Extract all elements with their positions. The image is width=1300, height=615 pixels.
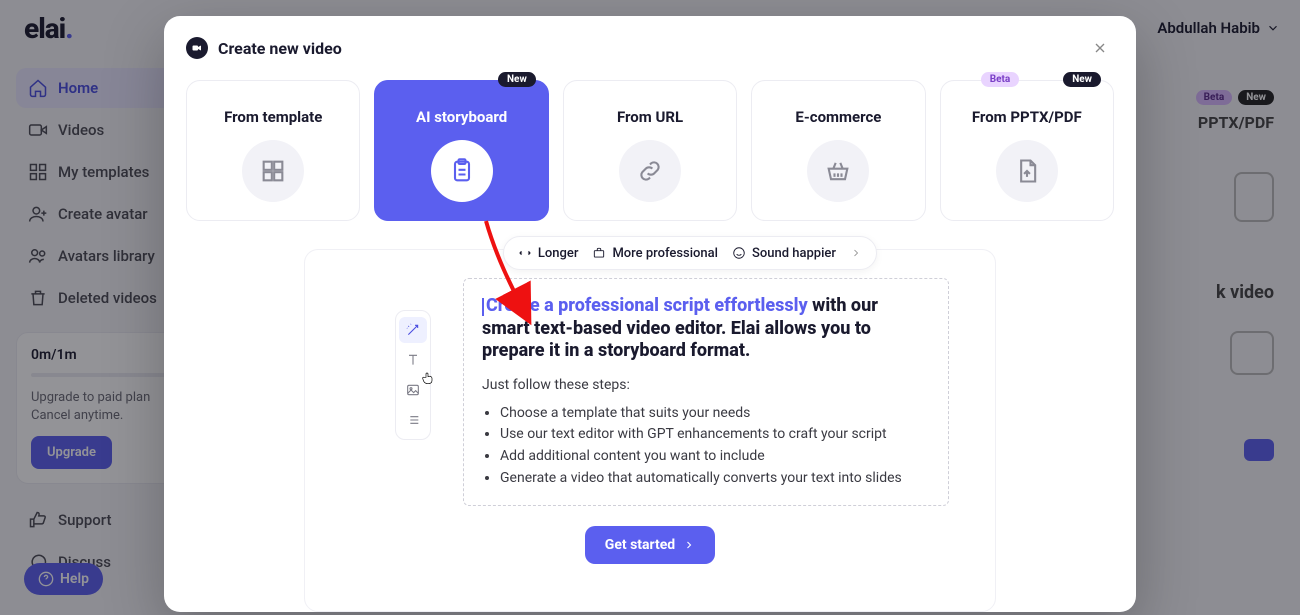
close-button[interactable] xyxy=(1086,34,1114,62)
script-input[interactable]: Create a professional script effortlessl… xyxy=(463,278,949,506)
file-icon xyxy=(1234,172,1274,222)
option-ecommerce[interactable]: E-commerce xyxy=(751,80,925,221)
sidebar-item-label: Deleted videos xyxy=(58,289,157,307)
link-icon xyxy=(619,140,681,202)
video-camera-icon xyxy=(186,37,208,59)
stub-button xyxy=(1244,439,1274,461)
magic-wand-icon xyxy=(405,322,421,338)
clipboard-icon xyxy=(431,140,493,202)
editor-panel: Longer More professional Sound happier xyxy=(304,249,996,612)
user-name: Abdullah Habib xyxy=(1157,19,1260,37)
sidebar-item-label: Avatars library xyxy=(58,247,155,265)
list-icon xyxy=(405,412,421,428)
sidebar-item-label: Videos xyxy=(58,121,104,139)
enhancement-toolbar: Longer More professional Sound happier xyxy=(503,236,877,270)
option-label: From URL xyxy=(617,108,683,126)
list-item: Use our text editor with GPT enhancement… xyxy=(500,424,930,446)
badge-beta: Beta xyxy=(1196,90,1233,105)
user-menu[interactable]: Abdullah Habib xyxy=(1157,19,1280,37)
smile-icon xyxy=(732,246,746,260)
trash-icon xyxy=(28,288,48,308)
quota-title: 0m/1m xyxy=(31,347,179,363)
chevron-right-icon xyxy=(683,539,695,551)
file-upload-icon xyxy=(996,140,1058,202)
list-item: Generate a video that automatically conv… xyxy=(500,468,930,490)
option-label: From template xyxy=(224,108,322,126)
side-tools xyxy=(395,310,431,440)
bg-title-blank: k video xyxy=(1114,282,1274,303)
pill-longer[interactable]: Longer xyxy=(518,246,579,261)
modal-title: Create new video xyxy=(218,39,1086,58)
help-label: Help xyxy=(60,571,89,587)
get-started-button[interactable]: Get started xyxy=(585,526,715,564)
option-label: From PPTX/PDF xyxy=(972,108,1082,126)
pill-label: More professional xyxy=(612,246,718,261)
badge-beta: Beta xyxy=(981,72,1020,87)
list-item: Add additional content you want to inclu… xyxy=(500,446,930,468)
user-plus-icon xyxy=(28,204,48,224)
option-from-template[interactable]: From template xyxy=(186,80,360,221)
grid-icon xyxy=(242,140,304,202)
sidebar-item-label: Home xyxy=(58,79,98,97)
sidebar-item-label: Create avatar xyxy=(58,205,148,223)
pill-label: Longer xyxy=(538,246,579,261)
sidebar-item-label: Support xyxy=(58,511,111,529)
option-from-url[interactable]: From URL xyxy=(563,80,737,221)
stub-icon xyxy=(1230,331,1274,375)
tool-list[interactable] xyxy=(399,407,427,433)
create-video-modal: Create new video From template New AI st… xyxy=(164,16,1136,612)
list-item: Choose a template that suits your needs xyxy=(500,403,930,425)
pill-happier[interactable]: Sound happier xyxy=(732,246,836,261)
expand-icon xyxy=(518,246,532,260)
briefcase-icon xyxy=(592,246,606,260)
help-button[interactable]: Help xyxy=(24,563,103,595)
pill-label: Sound happier xyxy=(752,246,836,261)
bg-title-pptx: PPTX/PDF xyxy=(1114,113,1274,132)
cta-label: Get started xyxy=(605,537,675,553)
tool-text[interactable] xyxy=(399,347,427,373)
option-ai-storyboard[interactable]: New AI storyboard xyxy=(374,80,548,221)
quota-text-2: Cancel anytime. xyxy=(31,407,179,425)
basket-icon xyxy=(807,140,869,202)
video-icon xyxy=(28,120,48,140)
quota-text-1: Upgrade to paid plan xyxy=(31,389,179,407)
badge-new: New xyxy=(1238,90,1274,105)
script-subtitle: Just follow these steps: xyxy=(482,377,930,393)
chevron-right-icon xyxy=(850,247,862,259)
background-peek: Beta New PPTX/PDF k video xyxy=(1114,90,1274,461)
option-label: E-commerce xyxy=(795,108,881,126)
script-steps: Choose a template that suits your needs … xyxy=(482,403,930,490)
chevron-down-icon xyxy=(1266,21,1280,35)
badge-new: New xyxy=(1063,72,1101,87)
image-icon xyxy=(405,382,421,398)
option-from-pptx[interactable]: Beta New From PPTX/PDF xyxy=(940,80,1114,221)
quota-progress xyxy=(31,373,179,377)
users-icon xyxy=(28,246,48,266)
tool-magic[interactable] xyxy=(399,317,427,343)
templates-icon xyxy=(28,162,48,182)
pill-professional[interactable]: More professional xyxy=(592,246,718,261)
text-icon xyxy=(405,352,421,368)
close-icon xyxy=(1092,40,1108,56)
option-label: AI storyboard xyxy=(416,108,507,126)
script-headline: Create a professional script effortlessl… xyxy=(482,295,930,363)
home-icon xyxy=(28,78,48,98)
tool-image[interactable] xyxy=(399,377,427,403)
help-icon xyxy=(38,571,54,587)
pill-more[interactable] xyxy=(850,247,862,259)
badge-new: New xyxy=(498,72,536,87)
upgrade-button[interactable]: Upgrade xyxy=(31,436,112,469)
sidebar-item-label: My templates xyxy=(58,163,149,181)
logo: elai. xyxy=(24,12,73,45)
thumbs-up-icon xyxy=(28,510,48,530)
